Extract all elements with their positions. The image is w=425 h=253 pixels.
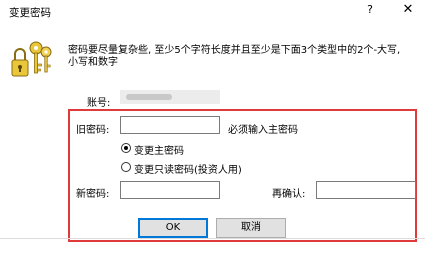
password-requirement-message: 密码要尽量复杂些, 至少5个字符长度并且至少是下面3个类型中的2个-大写, 小写… xyxy=(68,45,401,68)
radio-change-readonly-password[interactable] xyxy=(121,162,131,172)
close-button[interactable]: ✕ xyxy=(400,2,416,18)
account-label: 账号: xyxy=(87,98,111,109)
confirm-password-label: 再确认: xyxy=(272,189,306,200)
old-password-hint: 必须输入主密码 xyxy=(228,125,298,136)
dialog-title: 变更密码 xyxy=(9,7,51,19)
cancel-button[interactable]: 取消 xyxy=(216,218,286,238)
redacted-blur xyxy=(126,94,172,100)
change-password-dialog: 变更密码 ? ✕ 密码要尽量复杂些, 至少5个字符长度并且至少是下面3个类型中的… xyxy=(0,0,425,253)
radio-readonly-label[interactable]: 变更只读密码(投资人用) xyxy=(134,161,242,176)
account-value-redacted xyxy=(120,90,220,104)
ok-button[interactable]: OK xyxy=(138,218,208,238)
radio-main-label[interactable]: 变更主密码 xyxy=(134,142,184,157)
title-bar: 变更密码 ? ✕ xyxy=(0,0,425,24)
keys-lock-icon xyxy=(11,41,52,77)
radio-change-main-password[interactable] xyxy=(121,143,131,153)
help-button[interactable]: ? xyxy=(362,3,378,19)
old-password-field[interactable] xyxy=(120,116,220,134)
new-password-label: 新密码: xyxy=(76,189,110,200)
new-password-field[interactable] xyxy=(120,181,220,199)
old-password-label: 旧密码: xyxy=(76,125,110,136)
confirm-password-field[interactable] xyxy=(316,181,416,199)
footer-divider xyxy=(0,238,425,239)
